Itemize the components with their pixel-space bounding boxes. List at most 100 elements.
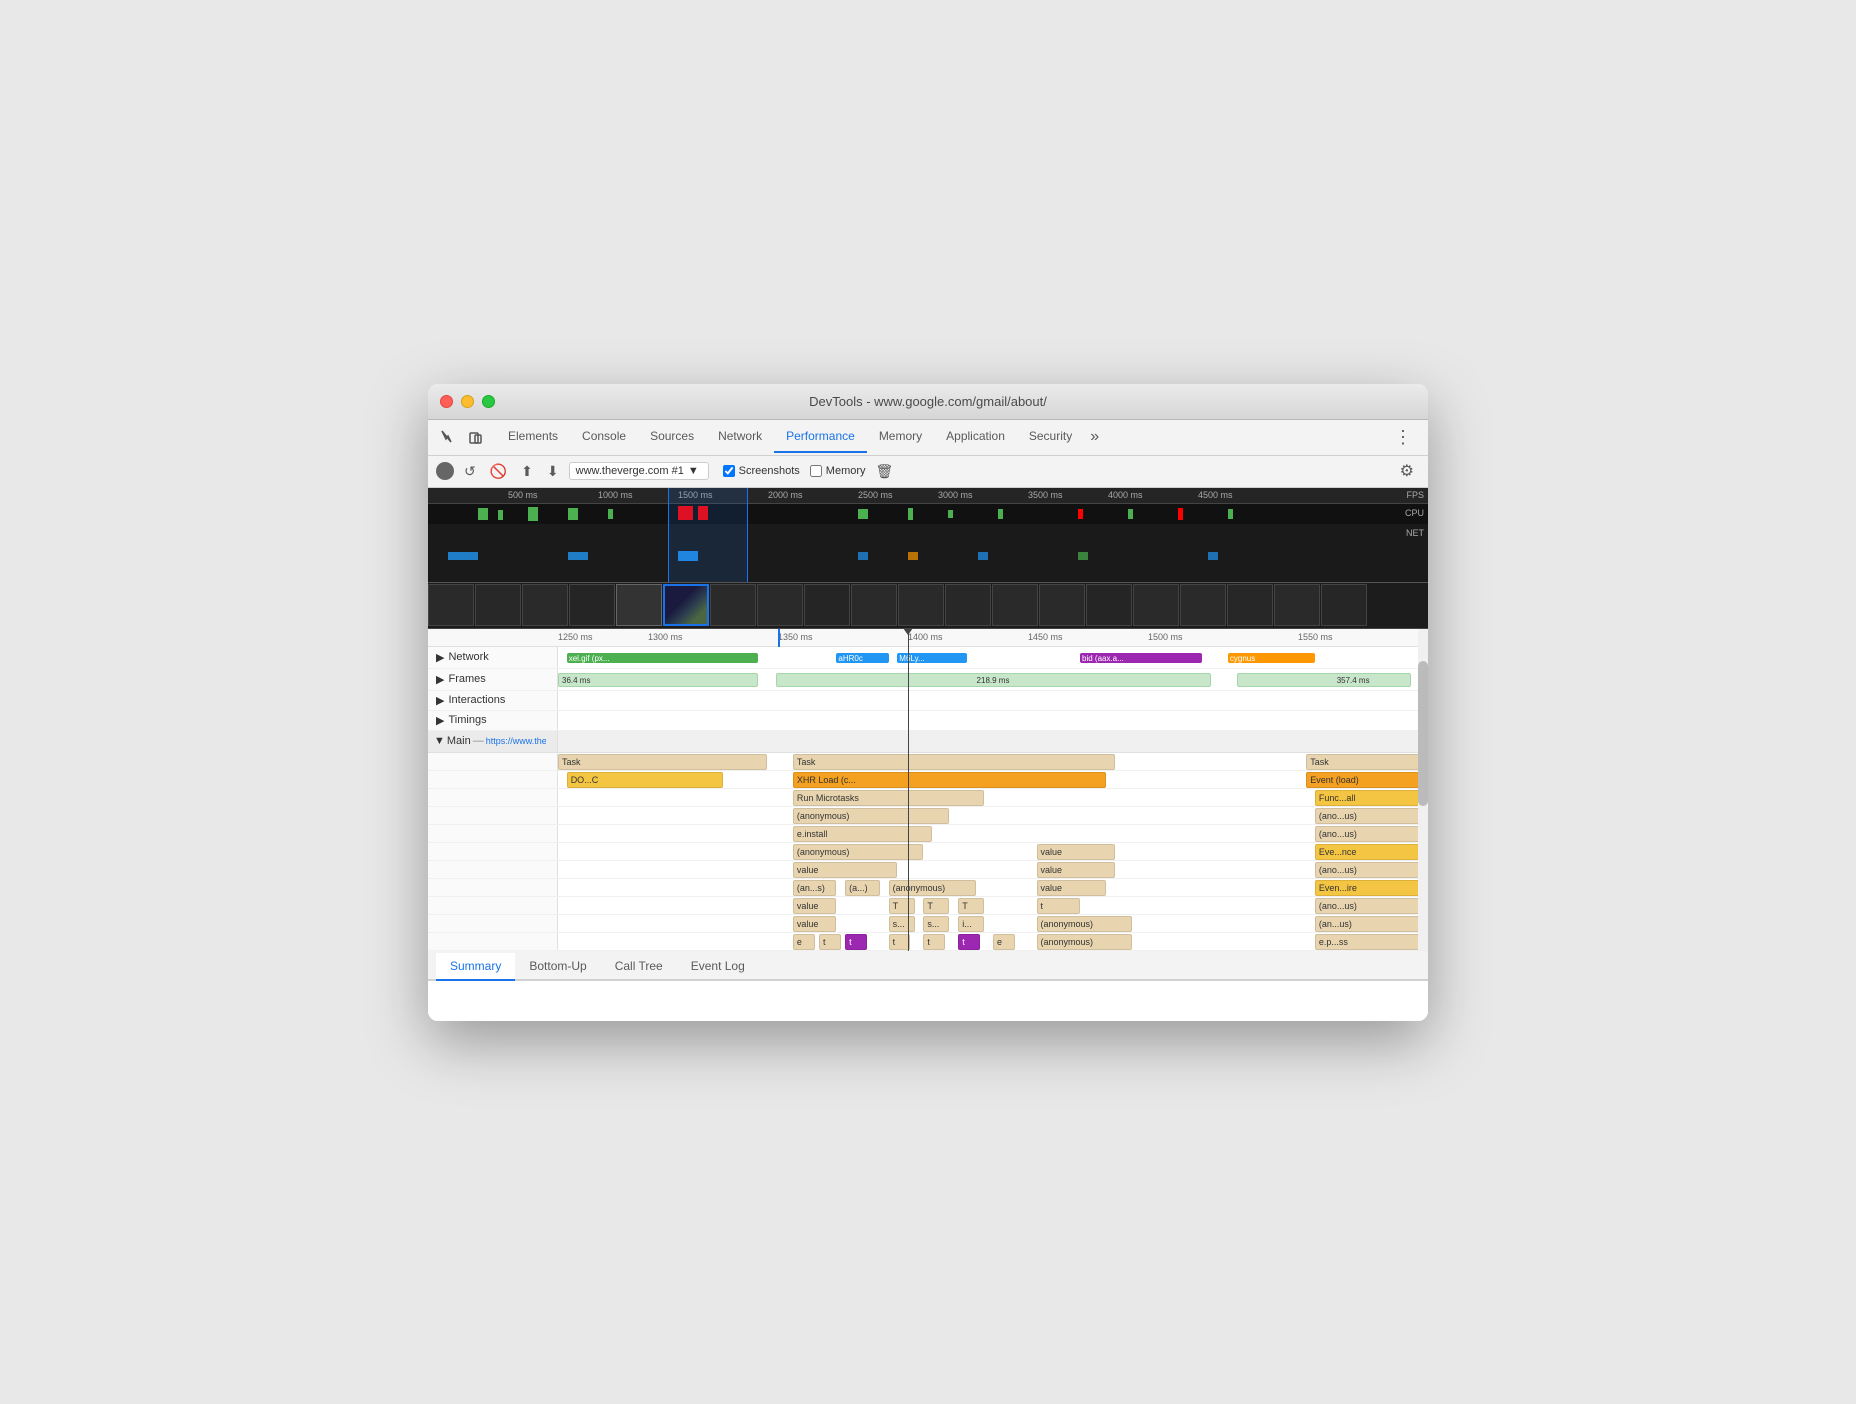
task-value-5[interactable]: value [1037, 844, 1115, 860]
task-anon-9[interactable]: (anonymous) [1037, 916, 1133, 932]
tab-event-log[interactable]: Event Log [677, 953, 759, 981]
task-a[interactable]: (a...) [845, 880, 880, 896]
network-item-bid[interactable]: bid (aax.a... [1080, 653, 1202, 663]
screenshot-thumb [1039, 584, 1085, 626]
tab-bottom-up[interactable]: Bottom-Up [515, 953, 600, 981]
interactions-label-text: Interactions [448, 694, 505, 706]
tab-summary[interactable]: Summary [436, 953, 515, 981]
ruler-tick-1000: 1000 ms [598, 490, 633, 500]
task-anon-8[interactable]: (ano...us) [1315, 898, 1419, 914]
network-item-xel[interactable]: xel.gif (px... [567, 653, 758, 663]
task-s-9b[interactable]: s... [923, 916, 949, 932]
task-einstall[interactable]: e.install [793, 826, 932, 842]
timings-track-label[interactable]: ▶ Timings [428, 711, 558, 730]
record-button[interactable] [436, 462, 454, 480]
download-icon[interactable]: ⬇ [543, 461, 563, 482]
frames-track-label[interactable]: ▶ Frames [428, 669, 558, 690]
memory-checkbox-item[interactable]: Memory [810, 465, 866, 477]
ruler-tick-2000: 2000 ms [768, 490, 803, 500]
main-collapse-icon[interactable]: ▼ [434, 735, 445, 747]
memory-checkbox[interactable] [810, 465, 822, 477]
task-microtasks[interactable]: Run Microtasks [793, 790, 984, 806]
frame-item-2[interactable]: 218.9 ms [776, 673, 1211, 687]
task-value-9[interactable]: value [793, 916, 837, 932]
task-t-10a[interactable]: t [819, 934, 841, 950]
task-anon-6[interactable]: (ano...us) [1315, 862, 1419, 878]
minimize-button[interactable] [461, 395, 474, 408]
tab-memory[interactable]: Memory [867, 421, 934, 453]
ruler2-tick-1250: 1250 ms [558, 632, 593, 642]
tab-call-tree[interactable]: Call Tree [601, 953, 677, 981]
task-eve-nce[interactable]: Eve...nce [1315, 844, 1419, 860]
tab-application[interactable]: Application [934, 421, 1017, 453]
task-anon-7[interactable]: (anonymous) [889, 880, 976, 896]
task-an-s[interactable]: (an...s) [793, 880, 837, 896]
ruler2-tick-1450: 1450 ms [1028, 632, 1063, 642]
task-even-ire[interactable]: Even...ire [1315, 880, 1419, 896]
trash-icon[interactable]: 🗑 [876, 463, 894, 480]
task-t-10b-purple[interactable]: t [845, 934, 867, 950]
task-t-10c[interactable]: t [889, 934, 911, 950]
task-doc[interactable]: DO...C [567, 772, 724, 788]
task-block[interactable]: Task [1306, 754, 1419, 770]
task-anon-10[interactable]: (anonymous) [1037, 934, 1133, 950]
settings-icon[interactable]: ⚙ [1394, 459, 1420, 483]
close-button[interactable] [440, 395, 453, 408]
frame-item-1[interactable]: 36.4 ms [558, 673, 758, 687]
task-anon-3b[interactable]: (ano...us) [1315, 808, 1419, 824]
maximize-button[interactable] [482, 395, 495, 408]
task-T-8b[interactable]: T [923, 898, 949, 914]
network-item-m6ly[interactable]: M6Ly... [897, 653, 967, 663]
task-value-7[interactable]: value [1037, 880, 1107, 896]
devtools-menu-button[interactable]: ⋮ [1386, 423, 1420, 452]
tab-console[interactable]: Console [570, 421, 638, 453]
tab-security[interactable]: Security [1017, 421, 1084, 453]
tab-performance[interactable]: Performance [774, 421, 867, 453]
network-track-label[interactable]: ▶ Network [428, 647, 558, 668]
screenshots-checkbox[interactable] [723, 465, 735, 477]
task-func-all[interactable]: Func...all [1315, 790, 1419, 806]
clear-icon[interactable]: 🚫 [486, 461, 511, 482]
device-toolbar-icon[interactable] [464, 425, 488, 449]
task-t-10e-purple[interactable]: t [958, 934, 980, 950]
task-value-6a[interactable]: value [793, 862, 897, 878]
task-block[interactable]: Task [558, 754, 767, 770]
scrollbar-track[interactable] [1418, 629, 1428, 951]
task-value-8[interactable]: value [793, 898, 837, 914]
task-anon-4[interactable]: (ano...us) [1315, 826, 1419, 842]
task-T-8c[interactable]: T [958, 898, 984, 914]
task-value-6b[interactable]: value [1037, 862, 1115, 878]
timeline-overview[interactable]: 500 ms 1000 ms 1500 ms 2000 ms 2500 ms 3… [428, 488, 1428, 583]
flame-row-10-label [428, 933, 558, 950]
scrollbar-thumb[interactable] [1418, 661, 1428, 806]
task-anon-5[interactable]: (anonymous) [793, 844, 924, 860]
inspect-icon[interactable] [436, 425, 460, 449]
interactions-track-label[interactable]: ▶ Interactions [428, 691, 558, 710]
tab-elements[interactable]: Elements [496, 421, 570, 453]
task-e-10b[interactable]: e [993, 934, 1015, 950]
network-item-cygnus[interactable]: cygnus [1228, 653, 1315, 663]
network-track-content: xel.gif (px... aHR0c M6Ly... bid (aax.a.… [558, 647, 1428, 668]
network-item-ahr0c[interactable]: aHR0c [836, 653, 888, 663]
screenshots-checkbox-item[interactable]: Screenshots [723, 465, 800, 477]
task-event-load[interactable]: Event (load) [1306, 772, 1419, 788]
more-tabs-button[interactable]: » [1084, 424, 1105, 450]
reload-icon[interactable]: ↺ [460, 461, 480, 482]
task-epss[interactable]: e.p...ss [1315, 934, 1419, 950]
tab-sources[interactable]: Sources [638, 421, 706, 453]
task-s-9a[interactable]: s... [889, 916, 915, 932]
task-anon-3a[interactable]: (anonymous) [793, 808, 950, 824]
task-t-8[interactable]: t [1037, 898, 1081, 914]
task-xhr[interactable]: XHR Load (c... [793, 772, 1106, 788]
tab-network[interactable]: Network [706, 421, 774, 453]
task-e-10a[interactable]: e [793, 934, 815, 950]
upload-icon[interactable]: ⬆ [517, 461, 537, 482]
task-block[interactable]: Task [793, 754, 1115, 770]
cpu-label: CPU [1405, 508, 1424, 518]
task-i-9[interactable]: i... [958, 916, 984, 932]
task-t-10d[interactable]: t [923, 934, 945, 950]
frame-item-3[interactable]: 357.4 ms [1237, 673, 1411, 687]
task-an-us-9[interactable]: (an...us) [1315, 916, 1419, 932]
url-selector[interactable]: www.theverge.com #1 ▼ [569, 462, 709, 480]
task-T-8a[interactable]: T [889, 898, 915, 914]
